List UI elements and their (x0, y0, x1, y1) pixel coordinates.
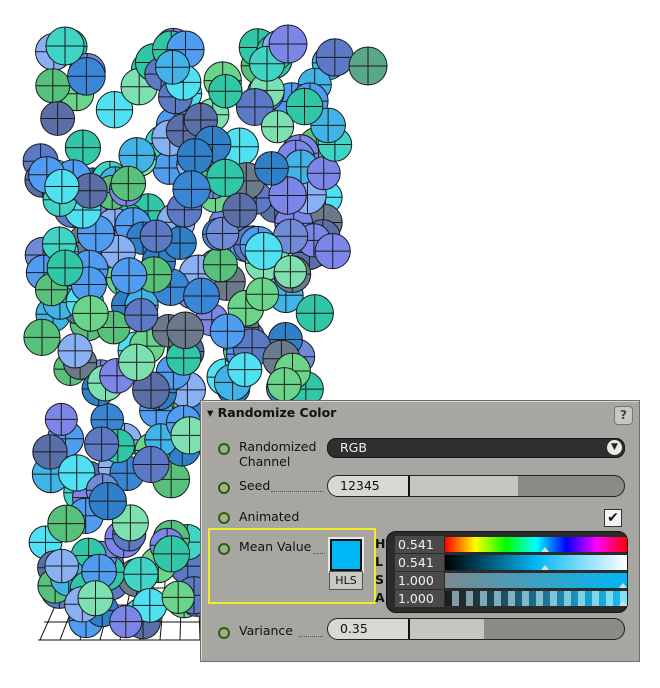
seed-leader (271, 489, 323, 492)
sphere (124, 298, 159, 333)
seed-slider-track (410, 476, 518, 496)
randomized-channel-dropdown[interactable]: RGB ▼ (327, 438, 625, 458)
sphere (46, 249, 84, 287)
sphere (84, 426, 120, 462)
channel-letter-a: A (375, 590, 385, 605)
sphere (315, 38, 354, 77)
randomized-channel-label: Randomized Channel (239, 439, 316, 469)
sphere (348, 46, 388, 86)
channel-h-value[interactable]: 0.541 (395, 536, 444, 553)
mean-color-swatch[interactable] (330, 539, 362, 571)
variance-value: 0.35 (340, 621, 368, 636)
dropdown-value: RGB (340, 440, 367, 455)
sphere (206, 158, 245, 197)
sphere (245, 277, 280, 312)
mean-value-label: Mean Value (239, 539, 312, 554)
help-button[interactable]: ? (614, 406, 633, 425)
keyframe-indicator-seed[interactable] (218, 482, 230, 494)
sphere (314, 233, 351, 270)
keyframe-indicator-mean[interactable] (218, 543, 230, 555)
channel-s-value[interactable]: 1.000 (395, 572, 444, 589)
sphere (123, 556, 159, 592)
alpha-marker-icon (619, 601, 627, 606)
sphere (222, 192, 258, 228)
seed-label: Seed (239, 478, 271, 493)
sphere (118, 343, 156, 381)
sphere (295, 294, 334, 333)
animated-checkbox[interactable]: ✔ (604, 509, 622, 527)
hue-marker-icon (541, 547, 549, 552)
sphere (45, 26, 85, 66)
keyframe-indicator-variance[interactable] (218, 627, 230, 639)
sphere (254, 151, 289, 186)
variance-leader (299, 634, 323, 637)
sphere (152, 535, 191, 573)
keyframe-indicator-channel[interactable] (218, 443, 230, 455)
variance-slider-track (410, 619, 484, 639)
randomized-label-line1: Randomized (239, 439, 317, 454)
panel-title-text: Randomize Color (217, 405, 337, 420)
sphere (172, 170, 211, 209)
panel-title[interactable]: ▾ Randomize Color (207, 405, 336, 420)
sphere (202, 247, 238, 283)
color-channel-sliders: 0.541 0.541 1.000 1.000 (386, 531, 628, 613)
channel-a-value[interactable]: 1.000 (395, 590, 444, 607)
sphere (23, 318, 61, 356)
hls-mode-button[interactable]: HLS (329, 571, 363, 590)
channel-letter-l: L (375, 554, 383, 569)
sphere (110, 165, 147, 202)
saturation-slider[interactable] (445, 573, 627, 588)
sphere (161, 580, 195, 615)
channel-letter-h: H (375, 536, 386, 551)
sphere (267, 367, 302, 402)
sphere (227, 352, 263, 388)
sphere (77, 580, 114, 617)
hue-slider[interactable] (445, 537, 627, 552)
seed-value: 12345 (340, 478, 380, 493)
sphere (166, 311, 205, 350)
randomize-color-panel: ▾ Randomize Color ? Randomized Channel R… (200, 400, 640, 662)
channel-letter-s: S (375, 572, 385, 587)
dropdown-arrow-icon: ▼ (607, 440, 622, 455)
sphere (47, 504, 86, 543)
variance-label: Variance (239, 623, 293, 638)
alpha-slider[interactable] (445, 591, 627, 606)
sphere (44, 548, 79, 584)
sphere (209, 313, 246, 349)
sphere (273, 255, 308, 289)
sphere (109, 605, 143, 639)
sphere (35, 68, 71, 104)
variance-field[interactable]: 0.35 (327, 618, 625, 640)
sphere (57, 333, 93, 369)
sphere (139, 219, 173, 253)
keyframe-indicator-animated[interactable] (218, 512, 230, 524)
seed-field[interactable]: 12345 (327, 475, 625, 497)
mean-leader (313, 551, 325, 554)
sphere (88, 482, 127, 521)
sphere (40, 101, 75, 136)
lightness-marker-icon (541, 565, 549, 570)
sphere (183, 277, 220, 315)
sphere (110, 257, 148, 294)
sphere (268, 24, 308, 64)
channel-l-value[interactable]: 0.541 (395, 554, 444, 571)
sphere (132, 445, 170, 484)
lightness-slider[interactable] (445, 555, 627, 570)
sphere (72, 295, 109, 332)
sphere (44, 402, 78, 436)
sphere (208, 74, 243, 109)
sphere (155, 49, 190, 85)
sphere (176, 138, 214, 175)
saturation-marker-icon (619, 583, 627, 588)
sphere (44, 168, 80, 205)
randomized-label-line2: Channel (239, 454, 291, 469)
animated-label: Animated (239, 509, 300, 524)
sphere (260, 110, 295, 144)
